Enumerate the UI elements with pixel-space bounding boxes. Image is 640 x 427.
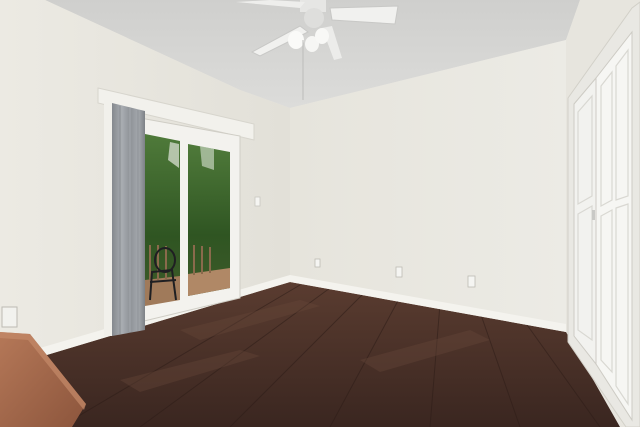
wall-outlet-left [1, 306, 18, 328]
room-scene [0, 0, 640, 427]
wall-outlet-back-1 [314, 258, 321, 268]
window-trim [104, 100, 112, 336]
wall-outlet-back-3 [467, 275, 476, 288]
room-photo [0, 0, 640, 427]
sliding-glass-door[interactable] [145, 134, 230, 306]
wall-outlet-back-2 [395, 266, 403, 278]
light-switch[interactable] [254, 196, 261, 207]
curtain-panel[interactable] [112, 103, 145, 336]
